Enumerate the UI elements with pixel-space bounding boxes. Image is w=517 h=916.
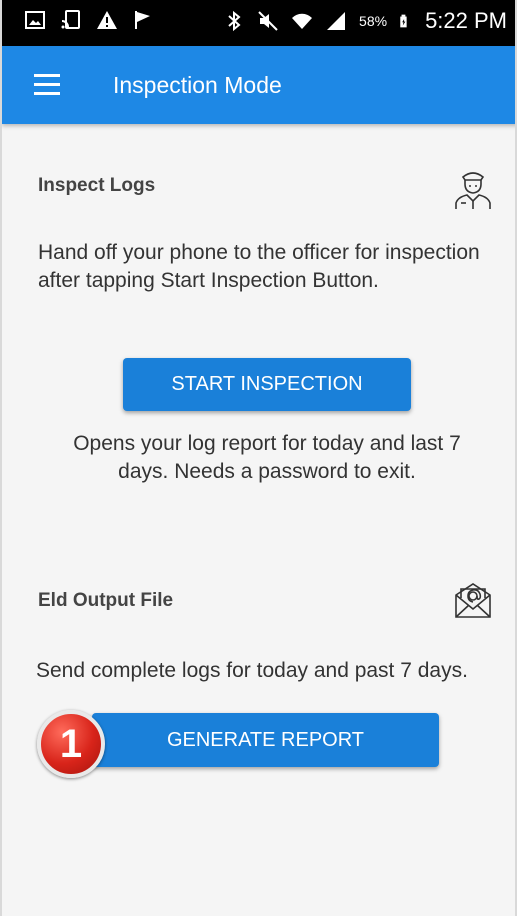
status-system-icons: 58% 5:22 PM: [223, 8, 507, 34]
warning-icon: [97, 11, 117, 29]
signal-icon: [327, 12, 346, 30]
battery-icon: [400, 14, 407, 28]
flag-icon: [135, 11, 150, 29]
eld-output-description: Send complete logs for today and past 7 …: [36, 659, 468, 682]
page-title: Inspection Mode: [113, 72, 282, 98]
inspect-logs-title: Inspect Logs: [38, 175, 156, 196]
gallery-icon: [25, 11, 45, 29]
status-bar: 58% 5:22 PM: [2, 0, 515, 46]
eld-output-title: Eld Output File: [38, 590, 174, 611]
generate-report-button[interactable]: GENERATE REPORT: [92, 713, 439, 767]
menu-icon[interactable]: [34, 74, 60, 96]
status-notification-icons: [24, 9, 154, 31]
mute-icon: [258, 11, 278, 31]
app-bar: Inspection Mode: [2, 46, 515, 124]
status-time: 5:22 PM: [425, 8, 507, 33]
bluetooth-icon: [228, 10, 241, 32]
inspect-logs-note: Opens your log report for today and last…: [73, 432, 461, 483]
battery-percent: 58%: [359, 13, 388, 29]
cast-icon: [61, 10, 80, 29]
step-number-badge: 1: [37, 710, 105, 778]
inspect-logs-description: Hand off your phone to the officer for i…: [38, 241, 480, 292]
wifi-icon: [292, 13, 313, 29]
start-inspection-button[interactable]: START INSPECTION: [123, 358, 411, 411]
officer-icon: [455, 172, 491, 209]
screen: 58% 5:22 PM Inspection Mode Inspect Logs…: [0, 0, 517, 916]
email-icon: [455, 583, 491, 618]
